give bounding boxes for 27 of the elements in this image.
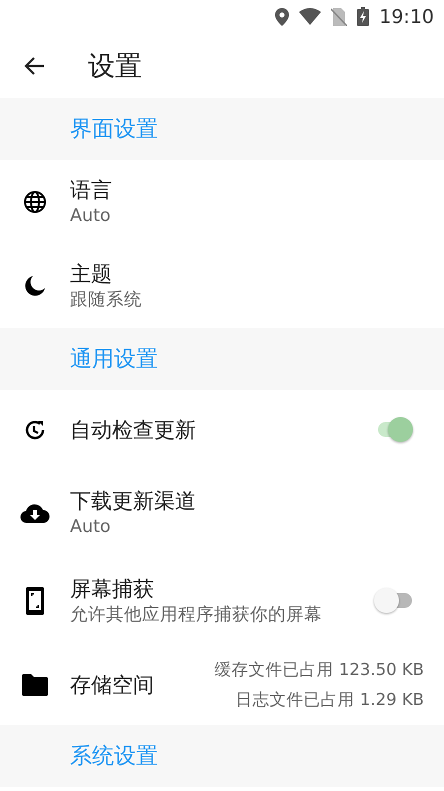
update-clock-icon (23, 418, 47, 442)
setting-subtitle: 允许其他应用程序捕获你的屏幕 (70, 604, 323, 626)
setting-subtitle: 跟随系统 (70, 290, 143, 312)
page-title: 设置 (88, 50, 142, 84)
storage-usage-text: 日志文件已占用 1.29 KB (236, 689, 424, 711)
cloud-download-icon (20, 502, 50, 524)
moon-icon (23, 274, 47, 298)
setting-title: 语言 (70, 177, 113, 204)
setting-title: 存储空间 (70, 672, 155, 699)
globe-icon (23, 190, 47, 214)
setting-subtitle: Auto (70, 206, 112, 228)
status-time: 19:10 (379, 6, 434, 28)
setting-title: 自动检查更新 (70, 417, 197, 444)
setting-title: 屏幕捕获 (70, 576, 155, 603)
phone-screen-icon (26, 586, 44, 614)
battery-charging-icon (357, 7, 370, 26)
no-sim-icon (331, 8, 348, 26)
setting-title: 主题 (70, 261, 113, 288)
location-icon (275, 8, 290, 26)
wifi-icon (299, 8, 322, 25)
storage-usage-text: 缓存文件已占用 123.50 KB (214, 659, 424, 681)
setting-title: 下载更新渠道 (70, 488, 197, 516)
section-title: 通用设置 (70, 346, 158, 374)
section-title: 界面设置 (70, 116, 158, 144)
setting-subtitle: Auto (70, 517, 112, 539)
section-title: 系统设置 (70, 743, 158, 771)
folder-icon (22, 674, 48, 696)
